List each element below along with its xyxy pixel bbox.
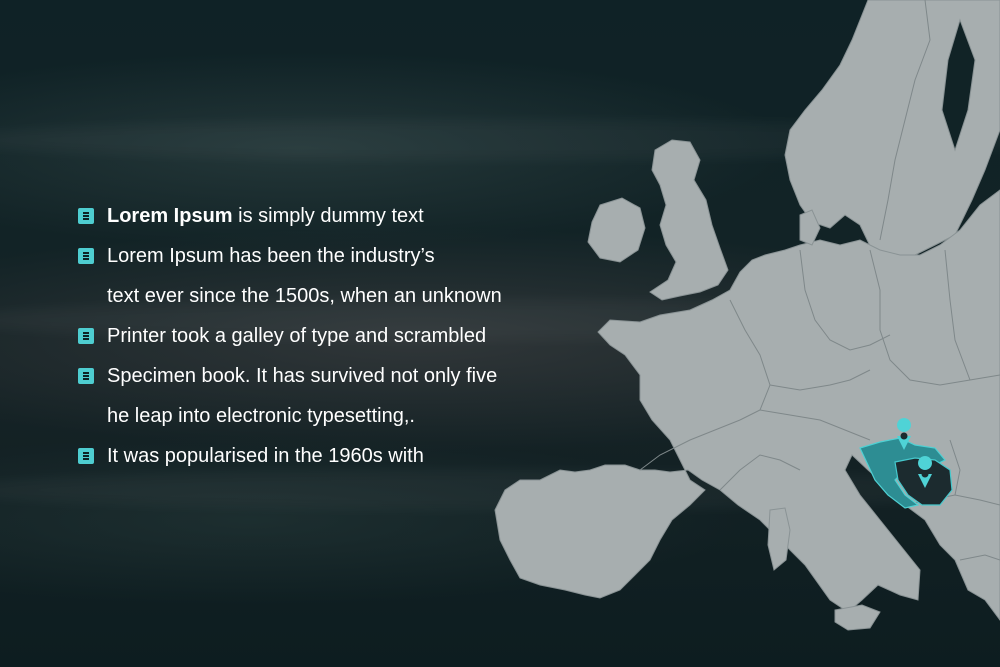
bullet-item: Printer took a galley of type and scramb…: [78, 320, 502, 360]
list-bullet-icon: [78, 328, 94, 344]
bullet-bold-text: Lorem Ipsum: [107, 205, 233, 227]
sardinia: [767, 507, 791, 571]
list-bullet-icon: [78, 248, 94, 264]
bullet-text: Lorem Ipsum has been the industry’s: [107, 245, 435, 267]
bullet-continuation: text ever since the 1500s, when an unkno…: [78, 280, 502, 320]
bullet-text: Specimen book. It has survived not only …: [107, 365, 498, 387]
sicily: [834, 604, 881, 631]
bullet-item: It was popularised in the 1960s with: [78, 440, 502, 480]
bullet-text: is simply dummy text: [232, 205, 424, 227]
bullet-item: Lorem Ipsum has been the industry’s: [78, 240, 502, 280]
list-bullet-icon: [78, 368, 94, 384]
bullet-list: Lorem Ipsum is simply dummy text Lorem I…: [78, 200, 502, 480]
bullet-item: Specimen book. It has survived not only …: [78, 360, 502, 400]
bullet-text: It was popularised in the 1960s with: [107, 445, 424, 467]
ireland: [587, 197, 646, 263]
bullet-text: text ever since the 1500s, when an unkno…: [107, 285, 502, 307]
mainland-europe: [494, 189, 1000, 621]
list-bullet-icon: [78, 448, 94, 464]
great-britain: [649, 139, 729, 301]
bullet-continuation: he leap into electronic typesetting,.: [78, 400, 502, 440]
bullet-item: Lorem Ipsum is simply dummy text: [78, 200, 502, 240]
bullet-text: he leap into electronic typesetting,.: [107, 405, 415, 427]
list-bullet-icon: [78, 208, 94, 224]
bullet-text: Printer took a galley of type and scramb…: [107, 325, 487, 347]
